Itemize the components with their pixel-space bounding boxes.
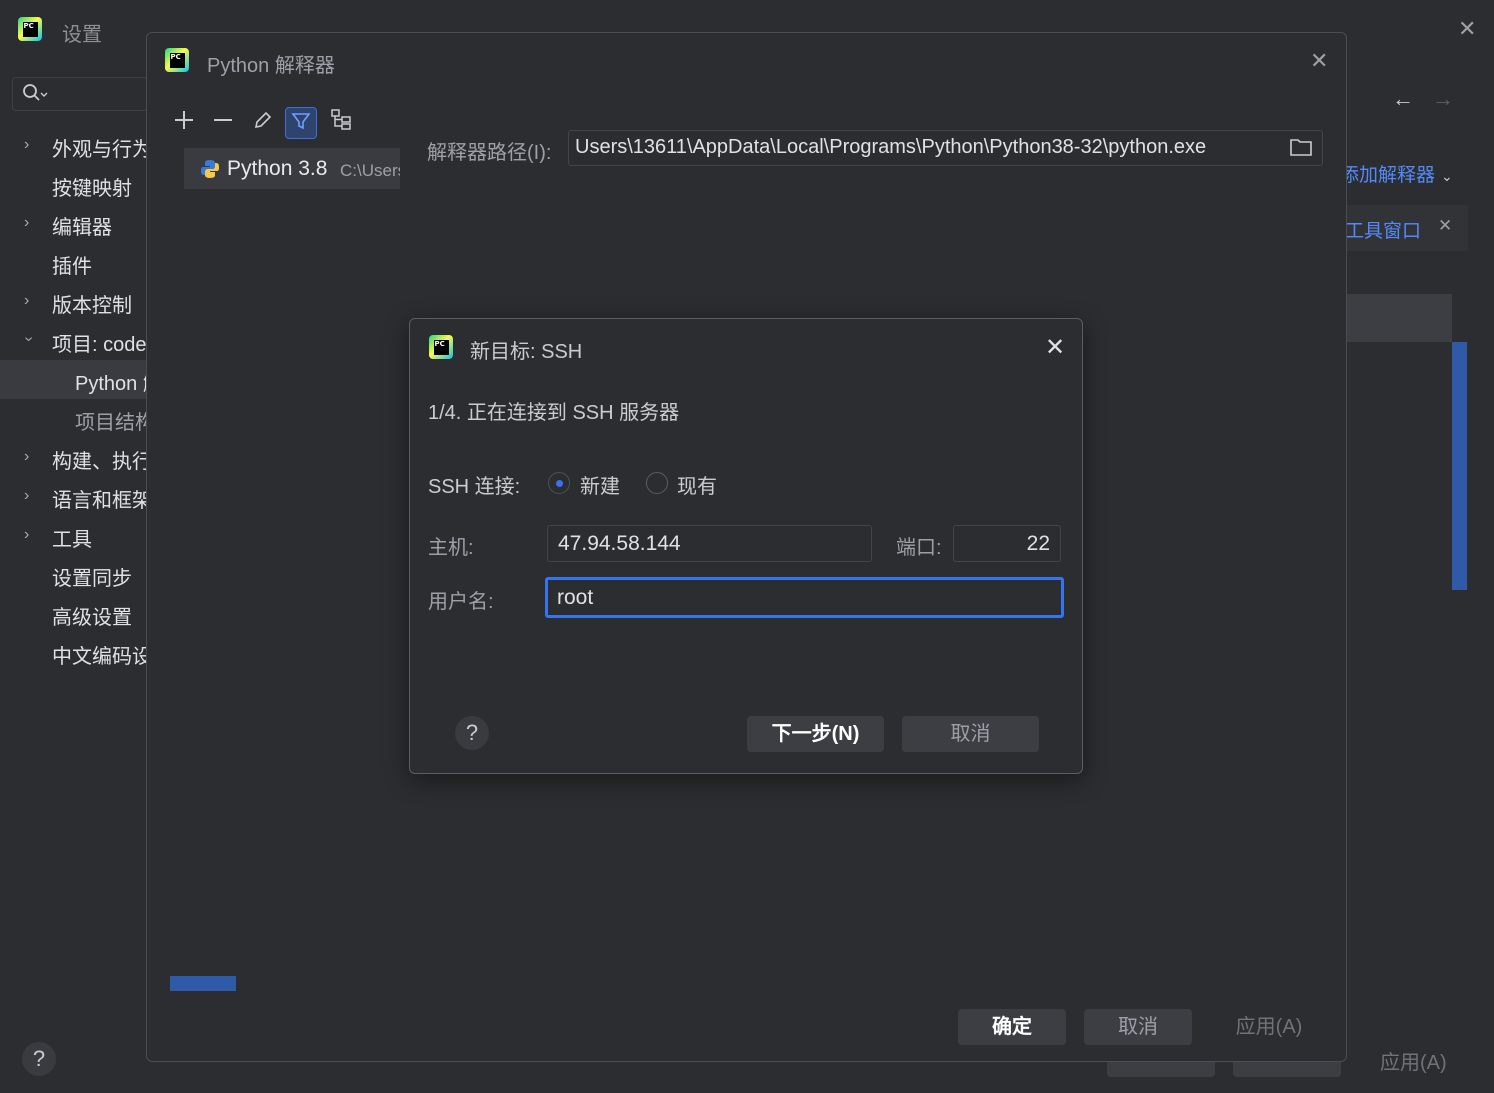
radio-existing[interactable] xyxy=(646,472,668,494)
radio-new-label[interactable]: 新建 xyxy=(580,470,620,499)
interpreter-path-label: 解释器路径(I): xyxy=(427,142,552,164)
dialog-title: Python 解释器 xyxy=(207,55,335,77)
chevron-down-icon[interactable]: › xyxy=(20,336,38,341)
chevron-right-icon[interactable]: › xyxy=(24,448,29,466)
cancel-button[interactable]: 取消 xyxy=(1084,1009,1192,1045)
interpreter-path-hint: C:\Users xyxy=(340,161,400,180)
pycharm-logo-icon: PC xyxy=(429,335,453,359)
add-interpreter-link[interactable]: 添加解释器 ⌄ xyxy=(1340,160,1453,187)
tree-item-advanced[interactable]: 高级设置 xyxy=(52,601,132,630)
tree-item-project-structure[interactable]: 项目结构 xyxy=(75,406,155,435)
ssh-dialog-title: 新目标: SSH xyxy=(470,341,583,363)
interpreter-name: Python 3.8 xyxy=(227,157,328,180)
close-icon[interactable]: ✕ xyxy=(1458,16,1476,42)
search-icon xyxy=(22,83,48,108)
scrollbar[interactable] xyxy=(1452,342,1467,590)
port-input[interactable]: 22 xyxy=(953,525,1061,562)
settings-cancel-button[interactable] xyxy=(1233,1060,1341,1077)
next-button[interactable]: 下一步(N) xyxy=(747,716,884,752)
tree-item-project[interactable]: 项目: code xyxy=(52,328,146,357)
add-icon[interactable] xyxy=(168,107,200,139)
ok-button[interactable]: 确定 xyxy=(958,1009,1066,1045)
chevron-right-icon[interactable]: › xyxy=(24,487,29,505)
tree-item-plugins[interactable]: 插件 xyxy=(52,250,92,279)
interpreter-path-value: Users\13611\AppData\Local\Programs\Pytho… xyxy=(575,136,1207,158)
tree-item-vcs[interactable]: 版本控制 xyxy=(52,289,132,318)
loading-indicator xyxy=(170,976,236,991)
pycharm-logo-icon: PC xyxy=(18,17,42,41)
edit-icon[interactable] xyxy=(247,107,279,139)
settings-title: 设置 xyxy=(62,24,102,46)
tree-icon[interactable] xyxy=(325,107,357,139)
ssh-connection-label: SSH 连接: xyxy=(428,476,521,498)
settings-apply-button[interactable]: 应用(A) xyxy=(1380,1046,1447,1075)
help-button[interactable]: ? xyxy=(455,716,489,750)
radio-new[interactable] xyxy=(548,472,570,494)
chevron-down-icon: ⌄ xyxy=(1441,168,1453,184)
close-icon[interactable]: ✕ xyxy=(1438,216,1452,236)
tree-item-tools[interactable]: 工具 xyxy=(52,523,92,552)
tree-item-keymap[interactable]: 按键映射 xyxy=(52,172,132,201)
remove-icon[interactable] xyxy=(207,107,239,139)
filter-icon[interactable] xyxy=(285,107,317,139)
tool-window-link[interactable]: 工具窗口 xyxy=(1345,216,1421,243)
package-header-row xyxy=(1345,294,1452,342)
close-icon[interactable]: ✕ xyxy=(1310,48,1328,74)
tree-item-editor[interactable]: 编辑器 xyxy=(52,211,112,240)
tree-item-settings-sync[interactable]: 设置同步 xyxy=(52,562,132,591)
close-icon[interactable]: ✕ xyxy=(1045,333,1065,362)
cancel-button[interactable]: 取消 xyxy=(902,716,1039,752)
username-label: 用户名: xyxy=(428,591,494,613)
step-indicator: 1/4. 正在连接到 SSH 服务器 xyxy=(428,402,680,424)
username-input[interactable]: root xyxy=(545,577,1064,618)
port-label: 端口: xyxy=(896,537,942,559)
pycharm-logo-icon: PC xyxy=(165,48,189,72)
host-label: 主机: xyxy=(428,537,474,559)
chevron-right-icon[interactable]: › xyxy=(24,292,29,310)
host-input[interactable]: 47.94.58.144 xyxy=(547,525,872,562)
back-arrow-icon[interactable]: ← xyxy=(1392,86,1414,112)
radio-existing-label[interactable]: 现有 xyxy=(677,470,717,499)
apply-button[interactable]: 应用(A) xyxy=(1215,1009,1323,1045)
chevron-right-icon[interactable]: › xyxy=(24,136,29,154)
tree-item-appearance[interactable]: 外观与行为 xyxy=(52,133,152,162)
folder-icon[interactable] xyxy=(1290,138,1312,156)
python-icon xyxy=(200,159,220,179)
chevron-right-icon[interactable]: › xyxy=(24,214,29,232)
help-button[interactable]: ? xyxy=(22,1042,56,1076)
tree-item-languages[interactable]: 语言和框架 xyxy=(52,484,152,513)
settings-ok-button[interactable] xyxy=(1107,1060,1215,1077)
forward-arrow-icon[interactable]: → xyxy=(1432,86,1454,112)
chevron-right-icon[interactable]: › xyxy=(24,526,29,544)
